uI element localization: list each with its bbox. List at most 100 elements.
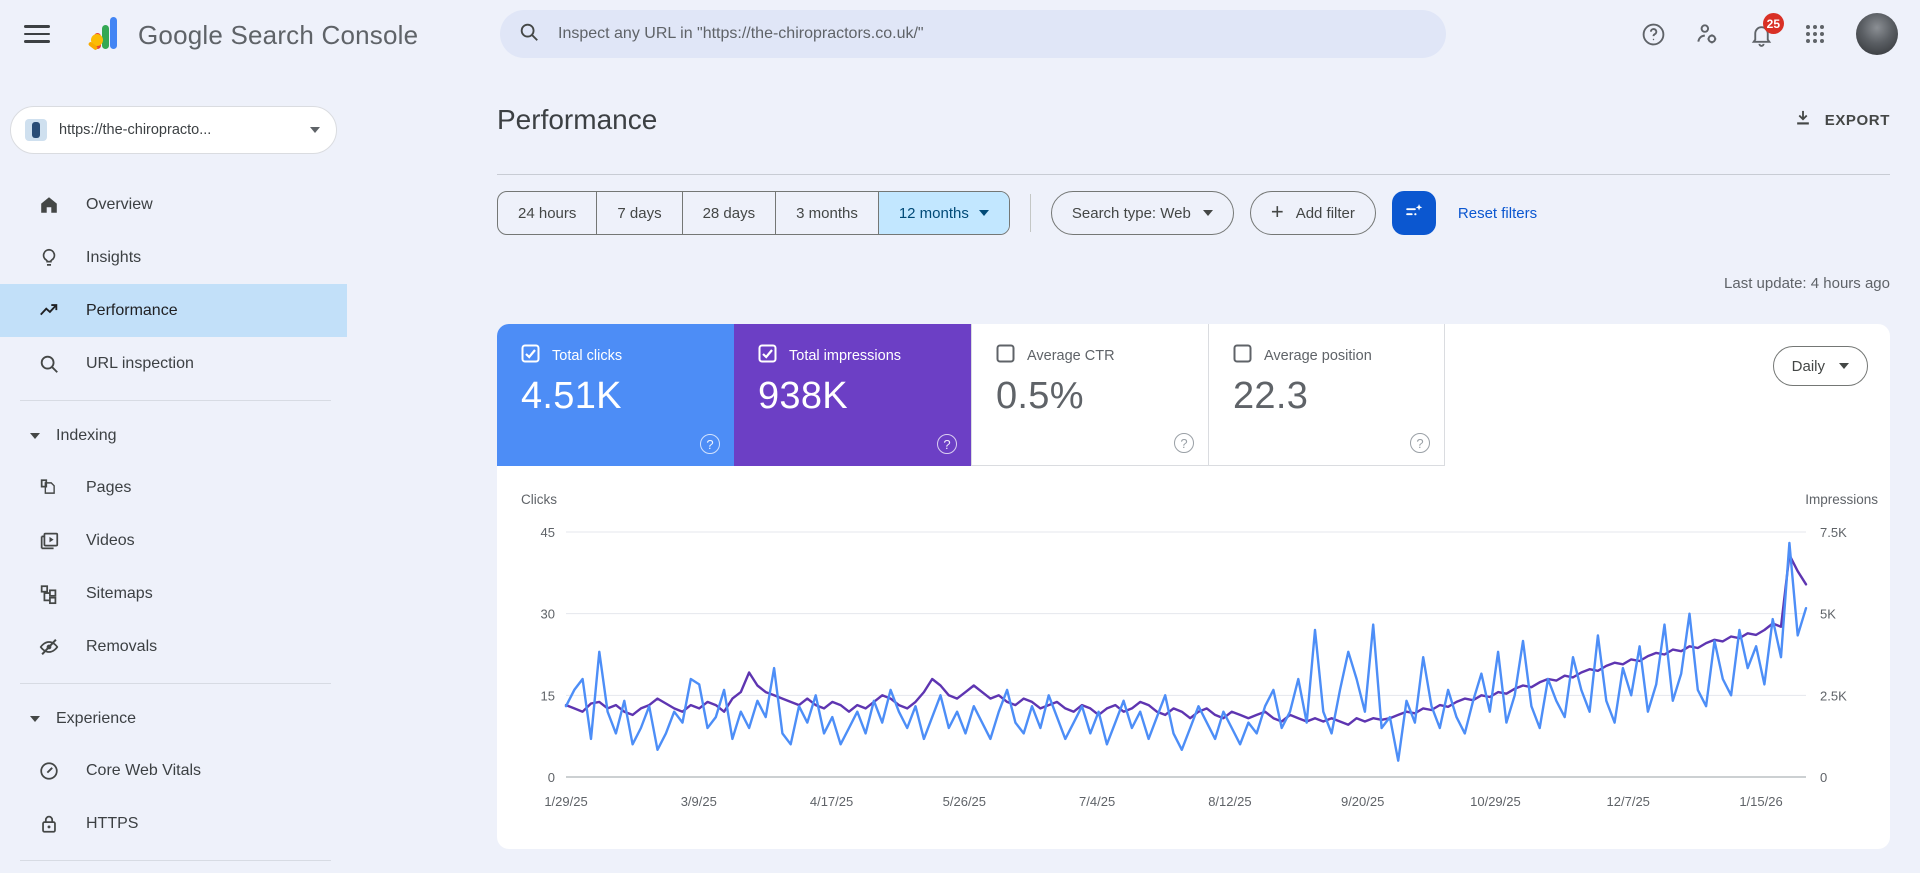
sidebar-section-indexing[interactable]: Indexing — [0, 411, 347, 461]
svg-text:Clicks: Clicks — [521, 492, 557, 507]
interval-label: Daily — [1791, 357, 1825, 375]
tab-28-days[interactable]: 28 days — [681, 192, 776, 234]
eye-off-icon — [38, 636, 60, 658]
section-label: Indexing — [56, 427, 117, 444]
metric-value: 4.51K — [521, 375, 622, 417]
checkbox-checked-icon[interactable] — [521, 344, 540, 367]
svg-text:8/12/25: 8/12/25 — [1208, 794, 1251, 809]
sitemaps-tree-icon — [38, 583, 60, 605]
filter-sparkle-icon — [1403, 200, 1425, 227]
google-apps-grid-icon[interactable] — [1802, 21, 1828, 47]
interval-dropdown[interactable]: Daily — [1772, 346, 1868, 386]
svg-text:4/17/25: 4/17/25 — [810, 794, 853, 809]
search-input[interactable] — [556, 24, 1428, 44]
sidebar-item-videos[interactable]: Videos — [0, 514, 347, 567]
svg-text:12/7/25: 12/7/25 — [1607, 794, 1650, 809]
add-filter-button[interactable]: + Add filter — [1249, 191, 1376, 235]
reset-filters-link[interactable]: Reset filters — [1458, 205, 1537, 222]
video-icon — [38, 530, 60, 552]
sidebar-item-overview[interactable]: Overview — [0, 178, 347, 231]
property-selector[interactable]: https://the-chiropracto... — [10, 106, 337, 154]
metric-value: 0.5% — [996, 375, 1084, 417]
export-label: EXPORT — [1824, 111, 1890, 129]
trending-up-icon — [38, 300, 60, 322]
metric-card-total-impressions[interactable]: Total impressions 938K ? — [734, 324, 971, 466]
help-icon[interactable]: ? — [937, 434, 957, 454]
date-range-tabs: 24 hours 7 days 28 days 3 months 12 mont… — [497, 191, 1010, 235]
metric-card-total-clicks[interactable]: Total clicks 4.51K ? — [497, 324, 734, 466]
svg-text:30: 30 — [541, 607, 555, 622]
add-filter-label: Add filter — [1295, 204, 1355, 222]
search-type-dropdown[interactable]: Search type: Web — [1050, 191, 1234, 235]
app-title: Google Search Console — [138, 20, 419, 50]
search-type-label: Search type: Web — [1071, 204, 1191, 222]
search-icon — [518, 21, 540, 48]
plus-icon: + — [1270, 199, 1284, 224]
sidebar-item-label: Videos — [86, 531, 135, 549]
sidebar-item-label: Overview — [86, 195, 153, 213]
checkbox-unchecked-icon[interactable] — [996, 344, 1015, 367]
performance-panel: Total clicks 4.51K ? Total impressions 9… — [497, 324, 1890, 849]
hamburger-menu-icon[interactable] — [24, 23, 50, 45]
svg-text:2.5K: 2.5K — [1820, 688, 1847, 703]
sidebar-item-label: Pages — [86, 478, 132, 496]
metric-card-average-ctr[interactable]: Average CTR 0.5% ? — [971, 324, 1208, 466]
last-update-text: Last update: 4 hours ago — [1724, 275, 1890, 292]
property-label: https://the-chiropracto... — [59, 122, 212, 138]
chevron-down-icon — [1202, 210, 1213, 216]
url-inspect-searchbar[interactable] — [500, 10, 1446, 58]
svg-text:3/9/25: 3/9/25 — [681, 794, 717, 809]
notifications-bell-icon[interactable]: 25 — [1748, 13, 1784, 47]
lightbulb-icon — [38, 247, 60, 269]
performance-line-chart[interactable]: 0 0 15 2.5K 30 5K 45 7.5K Clicks Impressions 1/29/… — [497, 466, 1890, 826]
help-icon[interactable]: ? — [1410, 433, 1430, 453]
sidebar-item-label: URL inspection — [86, 354, 194, 372]
sidebar-item-https[interactable]: HTTPS — [0, 797, 347, 850]
tab-7-days[interactable]: 7 days — [596, 192, 681, 234]
pages-icon — [38, 477, 60, 499]
metric-label: Average position — [1264, 347, 1372, 364]
vertical-separator — [1029, 194, 1031, 232]
checkbox-unchecked-icon[interactable] — [1233, 344, 1252, 367]
svg-text:7.5K: 7.5K — [1820, 525, 1847, 540]
user-avatar[interactable] — [1856, 13, 1898, 55]
svg-text:Impressions: Impressions — [1805, 492, 1878, 507]
gauge-icon — [38, 760, 60, 782]
metric-value: 22.3 — [1233, 375, 1309, 417]
metric-card-average-position[interactable]: Average position 22.3 ? — [1208, 324, 1445, 466]
sidebar-item-label: Insights — [86, 248, 142, 266]
help-icon[interactable]: ? — [700, 434, 720, 454]
sidebar-item-pages[interactable]: Pages — [0, 461, 347, 514]
app-logo[interactable]: Google Search Console — [84, 13, 418, 58]
top-app-bar: Google Search Console 25 — [0, 0, 1920, 68]
tab-12-months[interactable]: 12 months — [877, 192, 1009, 234]
chevron-down-icon — [978, 210, 989, 216]
sidebar-item-insights[interactable]: Insights — [0, 231, 347, 284]
svg-text:1/15/26: 1/15/26 — [1739, 794, 1782, 809]
notifications-badge: 25 — [1762, 13, 1784, 34]
sidebar-item-removals[interactable]: Removals — [0, 620, 347, 673]
metric-label: Total impressions — [789, 347, 902, 364]
sidebar-item-sitemaps[interactable]: Sitemaps — [0, 567, 347, 620]
svg-text:15: 15 — [541, 688, 555, 703]
site-favicon-icon — [25, 119, 47, 141]
help-icon[interactable]: ? — [1174, 433, 1194, 453]
tab-3-months[interactable]: 3 months — [775, 192, 878, 234]
help-icon[interactable] — [1640, 21, 1666, 47]
sidebar-section-experience[interactable]: Experience — [0, 694, 347, 744]
compare-filter-button[interactable] — [1391, 191, 1436, 235]
tab-24-hours[interactable]: 24 hours — [498, 192, 596, 234]
svg-text:45: 45 — [541, 525, 555, 540]
metric-value: 938K — [758, 375, 848, 417]
sidebar-item-core-web-vitals[interactable]: Core Web Vitals — [0, 744, 347, 797]
export-button[interactable]: EXPORT — [1793, 108, 1890, 132]
checkbox-checked-icon[interactable] — [758, 344, 777, 367]
sidebar-item-label: Sitemaps — [86, 584, 153, 602]
sidebar-item-url-inspection[interactable]: URL inspection — [0, 337, 347, 390]
svg-text:1/29/25: 1/29/25 — [544, 794, 587, 809]
user-settings-icon[interactable] — [1694, 21, 1720, 47]
header-divider — [497, 174, 1890, 175]
sidebar-divider — [20, 683, 331, 684]
sidebar-item-performance[interactable]: Performance — [0, 284, 347, 337]
svg-text:10/29/25: 10/29/25 — [1470, 794, 1521, 809]
